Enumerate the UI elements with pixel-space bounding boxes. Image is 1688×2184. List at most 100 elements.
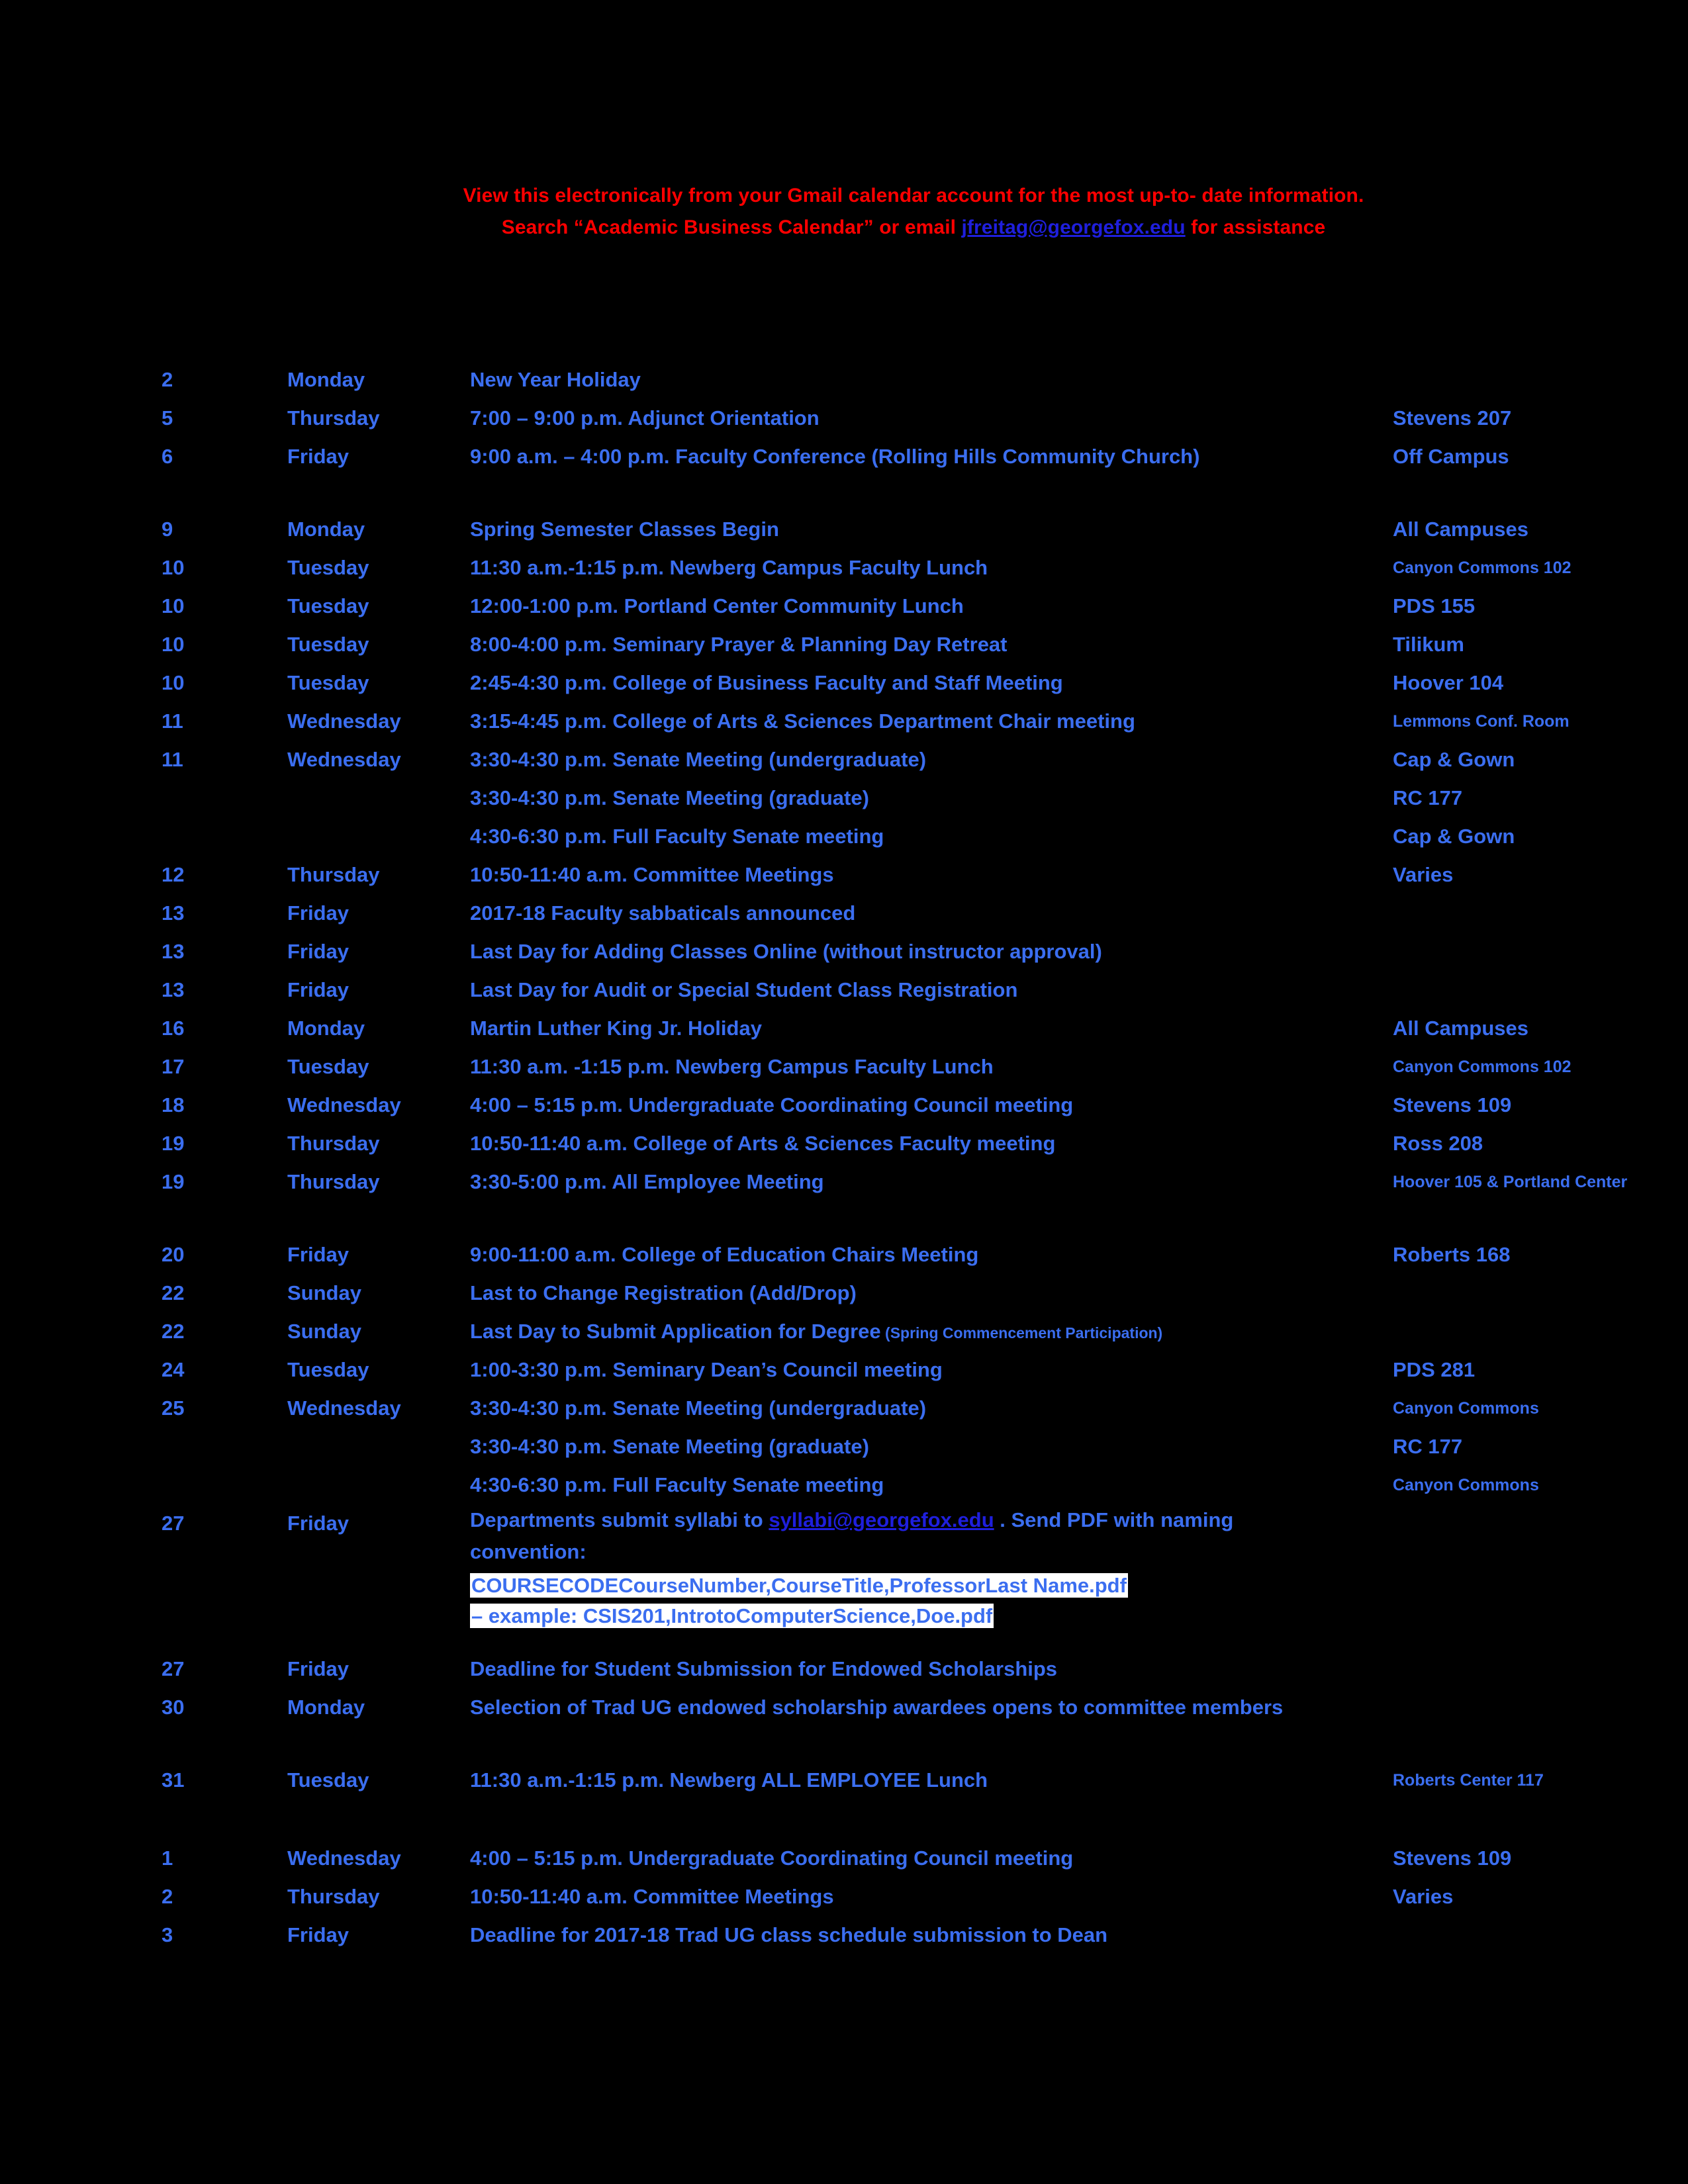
row-weekday: Monday	[287, 1696, 365, 1719]
row-date: 27	[162, 1512, 185, 1535]
row-weekday: Thursday	[287, 1132, 380, 1155]
row-date: 9	[162, 518, 173, 541]
row-location: Canyon Commons	[1393, 1399, 1539, 1418]
row-event: 4:30-6:30 p.m. Full Faculty Senate meeti…	[470, 817, 1370, 856]
row-date: 2	[162, 1885, 173, 1908]
row-event: 10:50-11:40 a.m. College of Arts & Scien…	[470, 1124, 1370, 1163]
row-date: 25	[162, 1396, 185, 1420]
row-location: Roberts Center 117	[1393, 1771, 1544, 1790]
row-event: 4:30-6:30 p.m. Full Faculty Senate meeti…	[470, 1466, 1370, 1504]
row-date: 10	[162, 671, 185, 694]
row-event-text: 11:30 a.m. -1:15 p.m. Newberg Campus Fac…	[470, 1055, 994, 1078]
row-weekday: Monday	[287, 368, 365, 391]
row-weekday: Monday	[287, 1017, 365, 1040]
calendar-row: 13 Friday Last Day for Adding Classes Onli…	[0, 933, 1688, 971]
row-event-text: 2:45-4:30 p.m. College of Business Facul…	[470, 671, 1063, 694]
row-event-text: 3:30-4:30 p.m. Senate Meeting (graduate)	[470, 786, 869, 809]
row-weekday: Friday	[287, 445, 350, 468]
academic-calendar: 2 Monday New Year Holiday 5 Thursday 7:00 – 9…	[0, 361, 1688, 1954]
calendar-row: 25 Wednesday 3:30-4:30 p.m. Senate Meeting…	[0, 1389, 1688, 1428]
notice-email-link[interactable]: jfreitag@georgefox.edu	[962, 216, 1186, 238]
row-location: Hoover 105 & Portland Center	[1393, 1173, 1628, 1191]
row-event-text: Last Day to Submit Application for Degre…	[470, 1320, 881, 1343]
row-weekday: Thursday	[287, 1170, 380, 1193]
row-weekday: Wednesday	[287, 1396, 401, 1420]
row-date: 22	[162, 1320, 185, 1343]
row-weekday: Tuesday	[287, 633, 369, 656]
calendar-notice: View this electronically from your Gmail…	[457, 180, 1370, 244]
row-event: 2:45-4:30 p.m. College of Business Facul…	[470, 664, 1370, 702]
row-date: 11	[162, 709, 183, 733]
row-event: 10:50-11:40 a.m. Committee Meetings	[470, 856, 1370, 894]
calendar-row: 2 Monday New Year Holiday	[0, 361, 1688, 399]
calendar-row: 10 Tuesday 8:00-4:00 p.m. Seminary Prayer …	[0, 625, 1688, 664]
row-weekday: Friday	[287, 1243, 350, 1266]
row-location: Cap & Gown	[1393, 748, 1515, 771]
row-location: RC 177	[1393, 786, 1463, 809]
row-event: 7:00 – 9:00 p.m. Adjunct Orientation	[470, 399, 1370, 437]
row-event-text: 3:30-4:30 p.m. Senate Meeting (undergrad…	[470, 748, 927, 771]
calendar-row: 13 Friday 2017-18 Faculty sabbaticals anno…	[0, 894, 1688, 933]
row-weekday: Friday	[287, 978, 350, 1001]
row-date: 11	[162, 748, 183, 771]
row-event-text: Selection of Trad UG endowed scholarship…	[470, 1696, 1284, 1719]
row-location: Lemmons Conf. Room	[1393, 712, 1570, 731]
row-location: PDS 155	[1393, 594, 1476, 617]
notice-line-3-tail: for assistance	[1185, 216, 1326, 238]
row-date: 31	[162, 1768, 185, 1792]
row-event: 10:50-11:40 a.m. Committee Meetings	[470, 1878, 1370, 1916]
row-event-text: 10:50-11:40 a.m. Committee Meetings	[470, 863, 834, 886]
calendar-row: 13 Friday Last Day for Audit or Special St…	[0, 971, 1688, 1009]
row-location: Canyon Commons 102	[1393, 559, 1571, 577]
calendar-row: 3:30-4:30 p.m. Senate Meeting (graduate)…	[0, 779, 1688, 817]
month-section-gap	[0, 1799, 1688, 1839]
naming-convention-example: – example: CSIS201,IntrotoComputerScienc…	[470, 1604, 994, 1628]
row-weekday: Tuesday	[287, 556, 369, 579]
row-location: Tilikum	[1393, 633, 1464, 656]
row-event-text: 8:00-4:00 p.m. Seminary Prayer & Plannin…	[470, 633, 1008, 656]
row-weekday: Tuesday	[287, 594, 369, 617]
row-event: 8:00-4:00 p.m. Seminary Prayer & Plannin…	[470, 625, 1370, 664]
row-weekday: Wednesday	[287, 748, 401, 771]
row-date: 20	[162, 1243, 185, 1266]
row-date: 27	[162, 1657, 185, 1680]
row-event-text: 4:30-6:30 p.m. Full Faculty Senate meeti…	[470, 1473, 884, 1496]
notice-line-1: View this electronically from your Gmail…	[463, 185, 1196, 206]
calendar-row: 19 Thursday 3:30-5:00 p.m. All Employee Me…	[0, 1163, 1688, 1236]
calendar-row: 3 Friday Deadline for 2017-18 Trad UG clas…	[0, 1916, 1688, 1954]
row-event: Last Day for Audit or Special Student Cl…	[470, 971, 1370, 1009]
calendar-row: 30 Monday Selection of Trad UG endowed sch…	[0, 1688, 1688, 1761]
row-weekday: Friday	[287, 901, 350, 925]
row-event: Last Day for Adding Classes Online (with…	[470, 933, 1370, 971]
row-event-text: 11:30 a.m.-1:15 p.m. Newberg ALL EMPLOYE…	[470, 1768, 988, 1792]
row-date: 30	[162, 1696, 185, 1719]
calendar-row: 27 Friday Departments submit syllabi to sy…	[0, 1504, 1688, 1650]
row-event: Departments submit syllabi to syllabi@ge…	[470, 1504, 1331, 1631]
row-event-text: Deadline for 2017-18 Trad UG class sched…	[470, 1923, 1108, 1946]
row-event: 3:30-4:30 p.m. Senate Meeting (graduate)	[470, 779, 1370, 817]
row-event: New Year Holiday	[470, 361, 1370, 399]
calendar-row: 1 Wednesday 4:00 – 5:15 p.m. Undergraduate…	[0, 1839, 1688, 1878]
row-weekday: Friday	[287, 1512, 350, 1535]
calendar-row: 9 Monday Spring Semester Classes Begin All …	[0, 510, 1688, 549]
row-event-text: Last Day for Audit or Special Student Cl…	[470, 978, 1018, 1001]
calendar-row: 11 Wednesday 3:15-4:45 p.m. College of Art…	[0, 702, 1688, 741]
row-date: 3	[162, 1923, 173, 1946]
row-weekday: Wednesday	[287, 1093, 401, 1116]
row-event-text: Spring Semester Classes Begin	[470, 518, 779, 541]
row-event: 4:00 – 5:15 p.m. Undergraduate Coordinat…	[470, 1839, 1370, 1878]
row-event-note: (Spring Commencement Participation)	[880, 1324, 1163, 1342]
row-event-text: 3:30-4:30 p.m. Senate Meeting (undergrad…	[470, 1396, 927, 1420]
row-weekday: Wednesday	[287, 1846, 401, 1870]
row-event: Selection of Trad UG endowed scholarship…	[470, 1688, 1370, 1725]
row-date: 19	[162, 1132, 185, 1155]
row-weekday: Thursday	[287, 1885, 380, 1908]
row-event: 3:30-5:00 p.m. All Employee Meeting	[470, 1163, 1370, 1199]
row-event-text: 10:50-11:40 a.m. College of Arts & Scien…	[470, 1132, 1056, 1155]
row-location: All Campuses	[1393, 518, 1529, 541]
row-event: Deadline for Student Submission for Endo…	[470, 1650, 1370, 1688]
syllabi-email-link[interactable]: syllabi@georgefox.edu	[769, 1508, 994, 1531]
row-event-text: Martin Luther King Jr. Holiday	[470, 1017, 762, 1040]
syllabi-naming-convention: COURSECODECourseNumber,CourseTitle,Profe…	[470, 1570, 1331, 1601]
calendar-row: 11 Wednesday 3:30-4:30 p.m. Senate Meeting…	[0, 741, 1688, 779]
